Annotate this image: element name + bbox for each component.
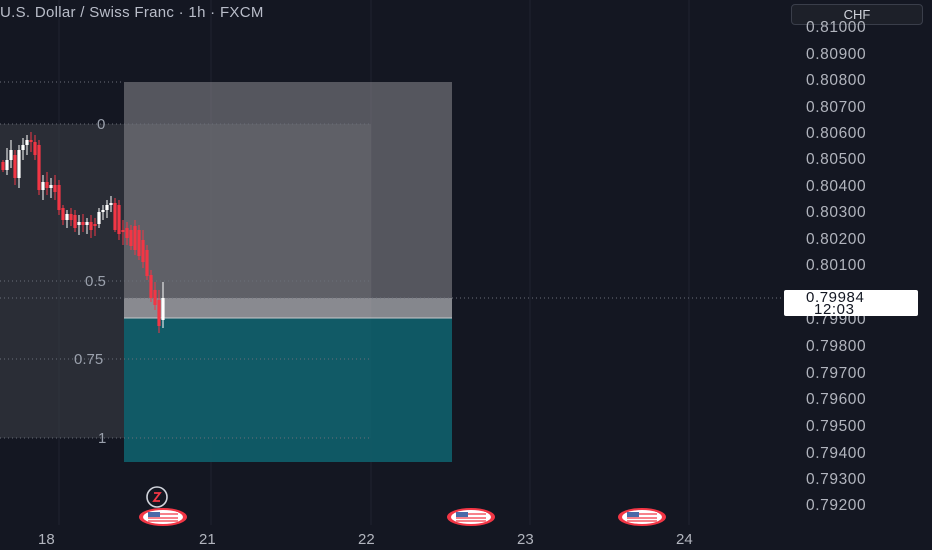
candle-body <box>53 185 57 192</box>
price-axis-label: 0.79700 <box>806 365 867 382</box>
price-axis-label: 0.80900 <box>806 46 867 63</box>
last-price-tag: 0.79984 12:03 <box>784 290 918 318</box>
candle-body <box>93 224 97 226</box>
candle-body <box>113 203 117 230</box>
price-axis-label: 0.79400 <box>806 445 867 462</box>
candle-body <box>149 275 153 298</box>
candle-body <box>153 290 157 305</box>
candle-body <box>33 142 37 155</box>
candle-body <box>65 214 69 220</box>
candle-body <box>101 210 105 212</box>
lightning-icon[interactable] <box>146 486 168 508</box>
candle-body <box>21 145 25 150</box>
time-axis-label: 22 <box>358 531 375 548</box>
price-axis-label: 0.80200 <box>806 231 867 248</box>
price-axis-label: 0.79500 <box>806 418 867 435</box>
price-axis-label: 0.79200 <box>806 497 867 514</box>
candle-body <box>141 240 145 262</box>
chart-screen: U.S. Dollar / Swiss Franc · 1h · FXCM CH… <box>0 0 932 550</box>
candle-body <box>145 250 149 276</box>
candle-body <box>89 222 93 230</box>
candle-body <box>137 230 141 256</box>
candle-body <box>121 230 125 232</box>
candle-body <box>17 150 21 178</box>
us-flag-icon[interactable] <box>618 508 666 526</box>
candle-body <box>69 214 73 220</box>
candle-countdown: 12:03 <box>814 301 855 318</box>
fib-level-label: 0.75 <box>74 351 104 368</box>
price-axis-label: 0.80300 <box>806 204 867 221</box>
candle-body <box>37 145 41 190</box>
candle-body <box>13 155 17 178</box>
price-axis-label: 0.79800 <box>806 338 867 355</box>
price-axis-label: 0.80500 <box>806 151 867 168</box>
fib-level-label: 1 <box>98 430 107 447</box>
fib-level-label: 0 <box>97 116 106 133</box>
price-axis-label: 0.80700 <box>806 99 867 116</box>
candle-body <box>49 185 53 188</box>
candle-body <box>9 150 13 160</box>
candle-body <box>161 298 165 320</box>
candle-body <box>5 160 9 170</box>
time-axis-label: 24 <box>676 531 693 548</box>
candle-body <box>109 203 113 205</box>
candle-body <box>77 222 81 225</box>
price-axis-label: 0.79300 <box>806 471 867 488</box>
candle-body <box>133 226 137 250</box>
candle-body <box>129 230 133 246</box>
candle-body <box>81 222 85 225</box>
stop-zone[interactable] <box>124 82 452 318</box>
us-flag-icon[interactable] <box>139 508 187 526</box>
price-axis-label: 0.79600 <box>806 391 867 408</box>
candle-body <box>73 215 77 228</box>
stop-zone-entry-band <box>124 298 452 318</box>
fib-level-label: 0.5 <box>85 273 106 290</box>
price-axis-label: 0.81000 <box>806 19 867 36</box>
candle-body <box>29 140 33 142</box>
price-axis-label: 0.80100 <box>806 257 867 274</box>
candle-body <box>105 205 109 210</box>
time-axis-label: 23 <box>517 531 534 548</box>
chart-canvas[interactable] <box>0 0 932 550</box>
candle-body <box>57 185 61 210</box>
candle-body <box>157 300 161 326</box>
candle-body <box>125 228 129 238</box>
candle-body <box>45 182 49 188</box>
time-axis-label: 21 <box>199 531 216 548</box>
target-zone[interactable] <box>124 318 452 462</box>
candle-body <box>41 182 45 190</box>
us-flag-icon[interactable] <box>447 508 495 526</box>
symbol-title[interactable]: U.S. Dollar / Swiss Franc · 1h · FXCM <box>0 4 264 21</box>
candle-body <box>61 208 65 220</box>
candle-body <box>85 222 89 225</box>
candle-body <box>97 212 101 224</box>
price-axis-label: 0.80600 <box>806 125 867 142</box>
candle-body <box>1 162 5 170</box>
price-axis-label: 0.80800 <box>806 72 867 89</box>
price-axis-label: 0.80400 <box>806 178 867 195</box>
candle-body <box>25 140 29 145</box>
time-axis-label: 18 <box>38 531 55 548</box>
candle-body <box>117 205 121 234</box>
